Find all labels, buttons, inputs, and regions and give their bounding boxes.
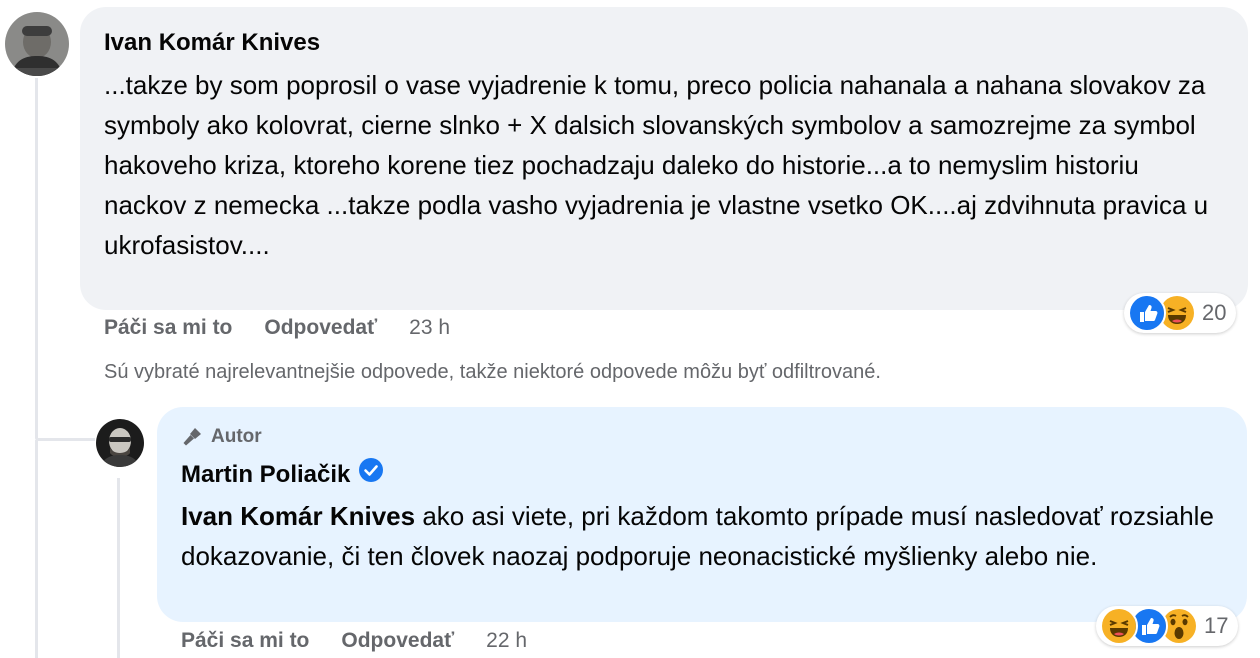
reply-author-name[interactable]: Martin Poliačik <box>181 459 350 491</box>
thread-line-lower <box>35 440 38 658</box>
mention-link[interactable]: Ivan Komár Knives <box>181 501 415 531</box>
comment-bubble: Ivan Komár Knives ...takze by som popros… <box>80 7 1248 310</box>
reaction-summary[interactable]: 20 <box>1124 293 1237 333</box>
microphone-icon <box>183 428 201 446</box>
like-icon <box>1128 294 1166 332</box>
comment-actions: Páči sa mi to Odpovedať 23 h <box>104 316 450 340</box>
reaction-count: 17 <box>1204 613 1229 638</box>
reply-thread-line <box>117 478 120 658</box>
reply-bubble: Autor Martin Poliačik Ivan Komár Knives … <box>157 407 1247 622</box>
reaction-summary[interactable]: 17 <box>1096 606 1239 646</box>
reply-button[interactable]: Odpovedať <box>341 629 454 653</box>
verified-icon <box>358 457 384 492</box>
timestamp[interactable]: 22 h <box>486 629 527 653</box>
reply-button[interactable]: Odpovedať <box>264 316 377 340</box>
reply-author[interactable]: Martin Poliačik <box>181 457 1223 492</box>
reaction-count: 20 <box>1202 300 1227 325</box>
thread-connector <box>35 438 95 441</box>
comment-text: ...takze by som poprosil o vase vyjadren… <box>104 70 1209 260</box>
thread-line <box>35 78 38 438</box>
author-badge: Autor <box>181 425 1223 449</box>
avatar[interactable] <box>96 419 144 467</box>
avatar[interactable] <box>5 12 69 76</box>
reply-text: Ivan Komár Knives ako asi viete, pri kaž… <box>181 496 1223 576</box>
reply-actions: Páči sa mi to Odpovedať 22 h <box>181 629 527 653</box>
comment-author[interactable]: Ivan Komár Knives <box>104 27 1224 59</box>
filter-notice: Sú vybraté najrelevantnejšie odpovede, t… <box>104 361 881 383</box>
like-button[interactable]: Páči sa mi to <box>181 629 309 653</box>
like-button[interactable]: Páči sa mi to <box>104 316 232 340</box>
timestamp[interactable]: 23 h <box>409 316 450 340</box>
haha-icon <box>1100 607 1138 645</box>
author-badge-label: Autor <box>211 426 262 447</box>
